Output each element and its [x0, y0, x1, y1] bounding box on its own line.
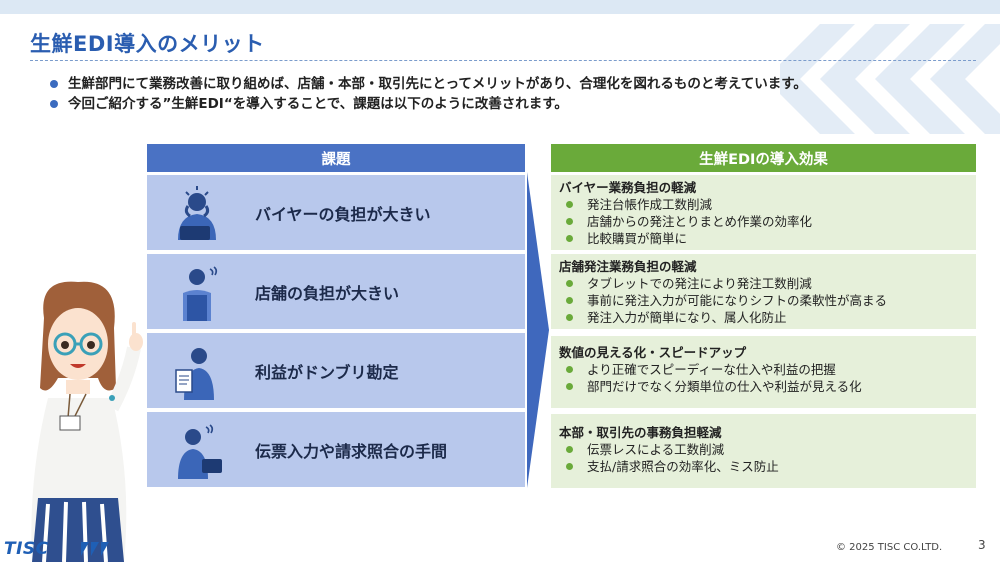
- page-number: 3: [978, 538, 986, 552]
- issue-label: 利益がドンブリ勘定: [255, 362, 399, 382]
- effect-item: 店舗からの発注とりまとめ作業の効率化: [559, 213, 968, 230]
- effect-item: 部門だけでなく分類単位の仕入や利益が見える化: [559, 378, 968, 395]
- effect-heading: 数値の見える化・スピードアップ: [559, 345, 747, 360]
- intro-bullets: 生鮮部門にて業務改善に取り組めば、店舗・本部・取引先にとってメリットがあり、合理…: [48, 74, 948, 114]
- effect-box: 数値の見える化・スピードアップ より正確でスピーディーな仕入や利益の把握 部門だ…: [551, 336, 976, 408]
- presenter-character-illustration: [31, 281, 143, 562]
- issue-row: 伝票入力や請求照合の手間: [147, 412, 525, 487]
- title-divider: [30, 60, 976, 61]
- copyright-text: © 2025 TISC CO.LTD.: [836, 542, 943, 553]
- issues-header: 課題: [147, 144, 525, 172]
- effect-heading: バイヤー業務負担の軽減: [559, 180, 697, 195]
- effect-box: 店舗発注業務負担の軽減 タブレットでの発注により発注工数削減 事前に発注入力が可…: [551, 254, 976, 329]
- tisc-logo: TISC: [4, 538, 124, 560]
- intro-bullet: 今回ご紹介する”生鮮EDI“を導入することで、課題は以下のように改善されます。: [48, 94, 948, 114]
- issue-row: 利益がドンブリ勘定: [147, 333, 525, 408]
- slide-title: 生鮮EDI導入のメリット: [30, 32, 265, 56]
- logo-mark-icon: [80, 542, 109, 556]
- phone-worker-icon: [147, 412, 247, 487]
- effect-heading: 店舗発注業務負担の軽減: [559, 259, 697, 274]
- issue-label: バイヤーの負担が大きい: [255, 204, 431, 224]
- issue-label: 店舗の負担が大きい: [255, 283, 400, 303]
- effect-item: タブレットでの発注により発注工数削減: [559, 275, 968, 292]
- effect-item: 発注台帳作成工数削減: [559, 196, 968, 213]
- issue-row: バイヤーの負担が大きい: [147, 175, 525, 250]
- effect-item: 発注入力が簡単になり、属人化防止: [559, 309, 968, 326]
- reading-document-icon: [147, 333, 247, 408]
- intro-bullet: 生鮮部門にて業務改善に取り組めば、店舗・本部・取引先にとってメリットがあり、合理…: [48, 74, 948, 94]
- effect-box: 本部・取引先の事務負担軽減 伝票レスによる工数削減 支払/請求照合の効率化、ミス…: [551, 414, 976, 488]
- effect-item: 事前に発注入力が可能になりシフトの柔軟性が高まる: [559, 292, 968, 309]
- effect-item: 伝票レスによる工数削減: [559, 441, 968, 458]
- effect-heading: 本部・取引先の事務負担軽減: [559, 425, 722, 440]
- effects-header: 生鮮EDIの導入効果: [551, 144, 976, 172]
- effect-item: より正確でスピーディーな仕入や利益の把握: [559, 361, 968, 378]
- logo-text: TISC: [4, 539, 49, 559]
- issue-row: 店舗の負担が大きい: [147, 254, 525, 329]
- stressed-buyer-icon: [147, 175, 247, 250]
- store-staff-icon: [147, 254, 247, 329]
- effect-item: 比較購買が簡単に: [559, 230, 968, 247]
- effect-box: バイヤー業務負担の軽減 発注台帳作成工数削減 店舗からの発注とりまとめ作業の効率…: [551, 175, 976, 250]
- flow-arrow: [527, 172, 549, 488]
- effect-item: 支払/請求照合の効率化、ミス防止: [559, 458, 968, 475]
- issue-label: 伝票入力や請求照合の手間: [255, 441, 448, 461]
- top-bar: [0, 0, 1000, 14]
